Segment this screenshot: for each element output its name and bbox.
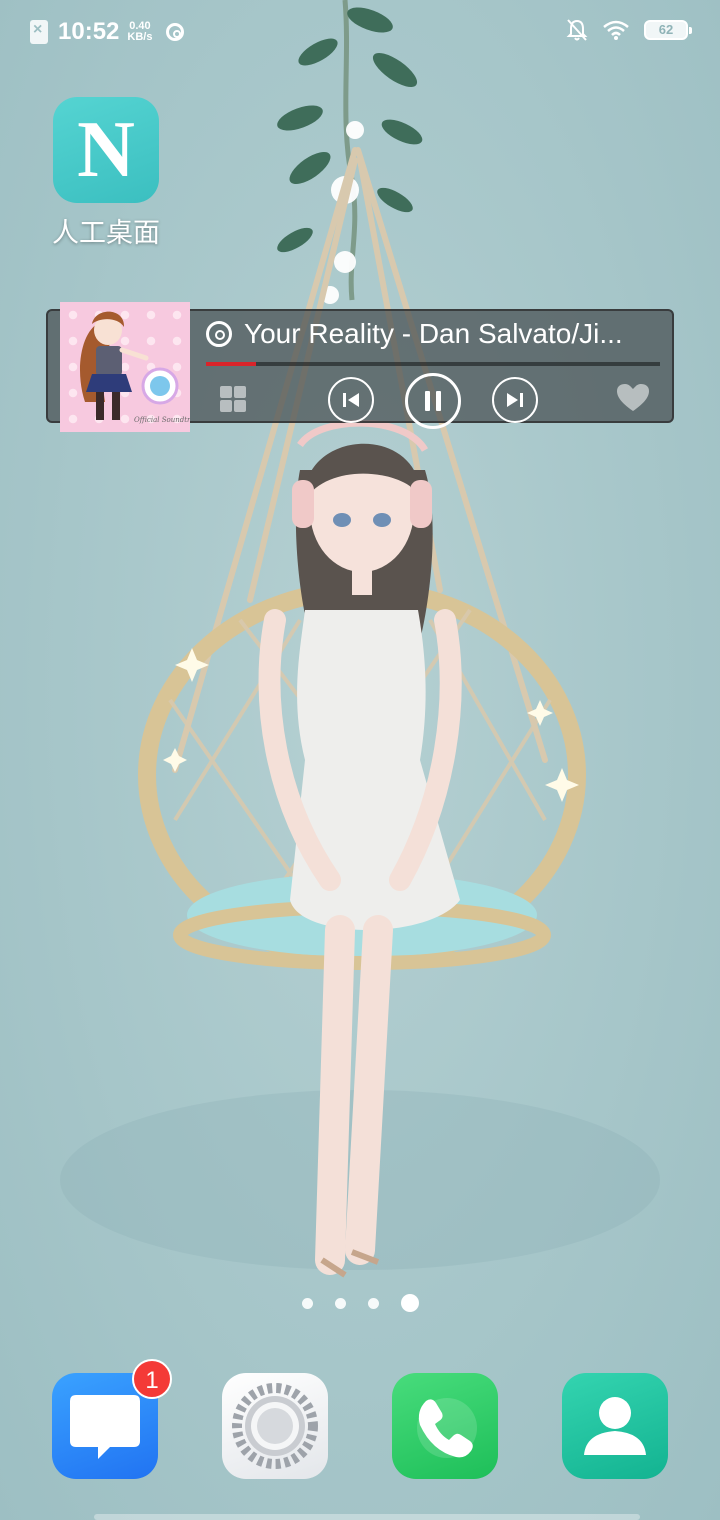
grid-icon[interactable] (220, 386, 246, 412)
phone-app[interactable] (392, 1373, 498, 1479)
previous-button[interactable] (328, 377, 374, 423)
app-label: 人工桌面 (52, 218, 160, 248)
progress-bar[interactable] (206, 362, 660, 366)
notification-badge: 1 (132, 1359, 172, 1399)
gear-icon (232, 1383, 318, 1469)
page-dot[interactable] (334, 1297, 346, 1309)
status-bar: 10:52 0.40 KB/s 62 (0, 0, 720, 66)
clock: 10:52 (58, 18, 120, 45)
netease-music-icon (206, 321, 232, 347)
album-caption: Official Soundtrack (134, 416, 190, 424)
pause-button[interactable] (405, 373, 461, 429)
bell-off-icon (566, 19, 588, 41)
page-indicator[interactable] (0, 1294, 720, 1312)
battery-level: 62 (658, 22, 674, 37)
wifi-icon (603, 20, 629, 40)
next-button[interactable] (492, 377, 538, 423)
person-icon (584, 1397, 646, 1455)
contacts-app[interactable] (562, 1373, 668, 1479)
gesture-bar (94, 1514, 640, 1520)
network-speed-unit: KB/s (127, 31, 153, 43)
app-icon-glyph: N (77, 106, 135, 194)
phone-icon (417, 1398, 477, 1458)
song-title: Your Reality - Dan Salvato/Ji... (244, 318, 623, 349)
next-icon (507, 393, 523, 407)
page-dot-active[interactable] (400, 1294, 419, 1312)
album-illustration: Official Soundtrack (80, 311, 190, 424)
app-n-launcher[interactable]: N 人工桌面 (48, 97, 164, 250)
heart-icon[interactable] (616, 383, 650, 413)
sim-off-icon (30, 20, 48, 44)
album-art[interactable]: Official Soundtrack (60, 302, 190, 432)
n-launcher-icon: N (53, 97, 159, 203)
netease-music-icon (166, 23, 185, 41)
pause-icon (425, 391, 441, 411)
song-title-row[interactable]: Your Reality - Dan Salvato/Ji... (206, 315, 658, 353)
battery-icon: 62 (644, 20, 692, 40)
previous-icon (343, 393, 359, 407)
network-speed: 0.40 KB/s (127, 21, 152, 43)
settings-app[interactable] (222, 1373, 328, 1479)
progress-fill (206, 362, 256, 366)
page-dot[interactable] (301, 1297, 313, 1309)
page-dot[interactable] (367, 1297, 379, 1309)
music-widget[interactable]: Official Soundtrack Your Reality - Dan S… (46, 302, 674, 432)
